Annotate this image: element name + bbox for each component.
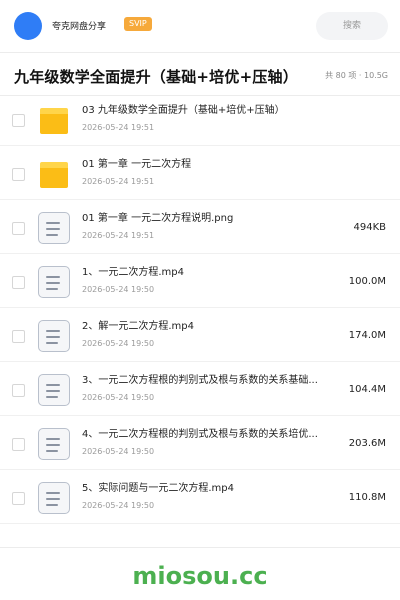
item-name: 03 九年级数学全面提升（基础+培优+压轴） <box>82 105 285 116</box>
file-row[interactable]: 2、解一元二次方程.mp4 2026-05-24 19:50 174.0M <box>0 308 400 362</box>
header-bar: 夸克网盘分享 SVIP 搜索 <box>0 0 400 52</box>
document-icon <box>38 266 70 298</box>
item-size: 203.6M <box>348 438 386 449</box>
file-row[interactable]: 3、一元二次方程根的判别式及根与系数的关系基础... 2026-05-24 19:… <box>0 362 400 416</box>
file-row[interactable]: 1、一元二次方程.mp4 2026-05-24 19:50 100.0M <box>0 254 400 308</box>
select-checkbox[interactable] <box>12 222 25 235</box>
select-checkbox[interactable] <box>12 438 25 451</box>
item-date: 2026-05-24 19:51 <box>82 231 155 240</box>
item-name: 4、一元二次方程根的判别式及根与系数的关系培优... <box>82 429 318 440</box>
item-date: 2026-05-24 19:50 <box>82 447 155 456</box>
svip-badge: SVIP <box>124 17 152 31</box>
document-icon <box>38 212 70 244</box>
item-size: 110.8M <box>348 492 386 503</box>
document-icon <box>38 428 70 460</box>
item-size: 100.0M <box>348 276 386 287</box>
avatar[interactable] <box>14 12 42 40</box>
select-checkbox[interactable] <box>12 384 25 397</box>
select-checkbox[interactable] <box>12 276 25 289</box>
item-date: 2026-05-24 19:50 <box>82 501 155 510</box>
footer: miosou.cc <box>0 548 400 600</box>
file-row[interactable]: 01 第一章 一元二次方程说明.png 2026-05-24 19:51 494KB <box>0 200 400 254</box>
file-row[interactable]: 5、实际问题与一元二次方程.mp4 2026-05-24 19:50 110.8M <box>0 470 400 524</box>
item-date: 2026-05-24 19:50 <box>82 285 155 294</box>
item-count-meta: 共 80 项 · 10.5G <box>325 71 388 80</box>
document-icon <box>38 374 70 406</box>
item-size: 494KB <box>353 222 386 233</box>
document-icon <box>38 320 70 352</box>
page-title: 九年级数学全面提升（基础+培优+压轴） <box>14 68 298 86</box>
select-checkbox[interactable] <box>12 492 25 505</box>
document-icon <box>38 482 70 514</box>
item-name: 3、一元二次方程根的判别式及根与系数的关系基础... <box>82 375 318 386</box>
item-name: 2、解一元二次方程.mp4 <box>82 321 194 332</box>
item-date: 2026-05-24 19:50 <box>82 393 155 402</box>
item-size: 104.4M <box>348 384 386 395</box>
item-date: 2026-05-24 19:50 <box>82 339 155 348</box>
share-name: 夸克网盘分享 <box>52 22 107 32</box>
item-name: 1、一元二次方程.mp4 <box>82 267 184 278</box>
item-date: 2026-05-24 19:51 <box>82 177 155 186</box>
item-size: 174.0M <box>348 330 386 341</box>
select-checkbox[interactable] <box>12 168 25 181</box>
folder-row[interactable]: 01 第一章 一元二次方程 2026-05-24 19:51 <box>0 146 400 200</box>
header-divider <box>0 52 400 53</box>
item-name: 5、实际问题与一元二次方程.mp4 <box>82 483 234 494</box>
folder-icon <box>40 162 68 188</box>
file-row[interactable]: 4、一元二次方程根的判别式及根与系数的关系培优... 2026-05-24 19:… <box>0 416 400 470</box>
title-row: 九年级数学全面提升（基础+培优+压轴） 共 80 项 · 10.5G <box>0 56 400 96</box>
select-checkbox[interactable] <box>12 330 25 343</box>
folder-row[interactable]: 03 九年级数学全面提升（基础+培优+压轴） 2026-05-24 19:51 <box>0 92 400 146</box>
item-date: 2026-05-24 19:51 <box>82 123 155 132</box>
folder-icon <box>40 108 68 134</box>
item-name: 01 第一章 一元二次方程说明.png <box>82 213 234 224</box>
item-name: 01 第一章 一元二次方程 <box>82 159 192 170</box>
brand-watermark: miosou.cc <box>132 562 268 590</box>
search-input[interactable]: 搜索 <box>316 12 388 40</box>
select-checkbox[interactable] <box>12 114 25 127</box>
